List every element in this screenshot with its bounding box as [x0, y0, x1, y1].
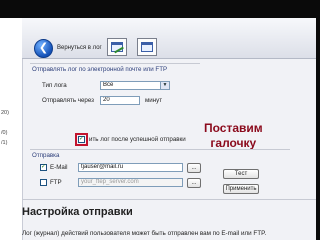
annotation-callout: Поставим галочку	[204, 121, 263, 151]
left-panel-fragment: /0)	[1, 130, 8, 136]
edit-window-button[interactable]	[107, 38, 127, 56]
left-panel-fragment: /1)	[1, 140, 8, 146]
checkmark-icon: ✓	[41, 164, 47, 170]
email-browse-button[interactable]: ...	[187, 163, 201, 173]
help-description: Лог (журнал) действий пользователя может…	[22, 230, 267, 237]
ftp-server-input[interactable]: your_ftep_server.com	[78, 178, 183, 187]
minutes-label: минут	[145, 97, 163, 104]
back-arrow-icon: ❮	[38, 42, 49, 54]
help-heading: Настройка отправки	[22, 206, 133, 218]
sending-group-title: Отправка	[32, 152, 60, 159]
send-interval-input[interactable]: 20	[100, 96, 140, 105]
window-titlebar-icon-part	[141, 42, 153, 45]
app-window: 20) /0) /1) ❮ Вернуться в лог Отправлять…	[0, 18, 316, 240]
window-titlebar-icon-part	[111, 42, 123, 45]
test-button[interactable]: Тест	[223, 169, 259, 179]
ftp-label: FTP	[50, 179, 62, 186]
left-panel-strip: 20) /0) /1)	[0, 18, 23, 240]
send-interval-value: 20	[103, 97, 110, 103]
log-type-value: Все	[103, 82, 114, 88]
back-button[interactable]: ❮	[34, 39, 53, 58]
send-log-group-title: Отправлять лог по электронной почте или …	[32, 66, 168, 73]
chevron-down-icon: ▼	[160, 82, 169, 89]
left-panel-fragment: 20)	[1, 110, 9, 116]
send-every-label: Отправлять через	[42, 97, 95, 104]
email-field[interactable]: tjauser@mail.ru	[78, 163, 183, 172]
section-divider	[22, 199, 316, 200]
ftp-placeholder: your_ftep_server.com	[81, 179, 139, 185]
highlight-box	[75, 133, 88, 146]
log-type-select[interactable]: Все ▼	[100, 81, 170, 90]
back-to-log-label[interactable]: Вернуться в лог	[57, 45, 102, 51]
toolbar: ❮ Вернуться в лог	[22, 18, 316, 59]
annotation-line-1: Поставим	[204, 121, 263, 135]
clear-log-checkbox-label[interactable]: ить лог после успешной отправки	[89, 136, 186, 143]
log-type-label: Тип лога	[42, 82, 67, 89]
group-divider	[30, 63, 200, 64]
email-label: E-Mail	[50, 164, 68, 171]
email-checkbox[interactable]: ✓	[40, 164, 47, 171]
window-settings-button[interactable]	[137, 38, 157, 56]
group-divider	[30, 149, 290, 150]
email-value: tjauser@mail.ru	[81, 164, 124, 170]
ftp-browse-button[interactable]: ...	[187, 178, 201, 188]
apply-button[interactable]: Применить	[223, 184, 259, 194]
ftp-checkbox[interactable]	[40, 179, 47, 186]
